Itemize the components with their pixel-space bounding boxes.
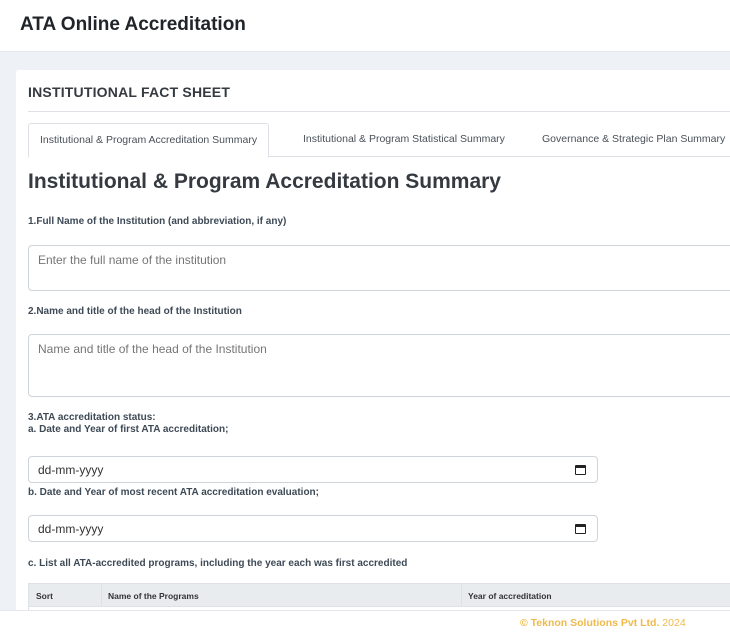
q2-label: 2.Name and title of the head of the Inst… [28,306,242,317]
app-title: ATA Online Accreditation [20,14,246,35]
q3c-label: c. List all ATA-accredited programs, inc… [28,558,408,569]
q3b-label: b. Date and Year of most recent ATA accr… [28,487,319,498]
fact-sheet-card: INSTITUTIONAL FACT SHEET Institutional &… [16,70,730,630]
tab-bar: Institutional & Program Accreditation Su… [28,123,730,158]
programs-table-header: Sort Name of the Programs Year of accred… [28,583,730,630]
institution-name-input[interactable] [28,245,730,291]
q1-label: 1.Full Name of the Institution (and abbr… [28,216,287,227]
tab-governance-summary[interactable]: Governance & Strategic Plan Summary [531,123,730,157]
tab-statistical-summary[interactable]: Institutional & Program Statistical Summ… [292,123,516,157]
column-year[interactable]: Year of accreditation [468,591,552,601]
calendar-icon[interactable] [575,465,586,475]
page-heading: Institutional & Program Accreditation Su… [28,170,501,193]
section-heading: INSTITUTIONAL FACT SHEET [28,84,231,100]
column-sort[interactable]: Sort [36,591,53,601]
calendar-icon[interactable] [575,524,586,534]
first-accreditation-date-input[interactable]: dd-mm-yyyy [28,456,598,483]
recent-accreditation-date-input[interactable]: dd-mm-yyyy [28,515,598,542]
footer-year: 2024 [662,617,686,629]
section-divider [28,111,730,112]
recent-accreditation-date-value: dd-mm-yyyy [38,522,104,536]
column-program-name[interactable]: Name of the Programs [108,591,199,601]
q3a-label: a. Date and Year of first ATA accreditat… [28,424,229,435]
footer-copyright: © Teknon Solutions Pvt Ltd. 2024 [520,617,686,629]
head-of-institution-input[interactable] [28,334,730,397]
first-accreditation-date-value: dd-mm-yyyy [38,463,104,477]
tab-accreditation-summary[interactable]: Institutional & Program Accreditation Su… [28,123,270,158]
top-bar: ATA Online Accreditation [0,0,730,52]
footer: © Teknon Solutions Pvt Ltd. 2024 [0,610,730,633]
footer-company: © Teknon Solutions Pvt Ltd. [520,617,660,629]
